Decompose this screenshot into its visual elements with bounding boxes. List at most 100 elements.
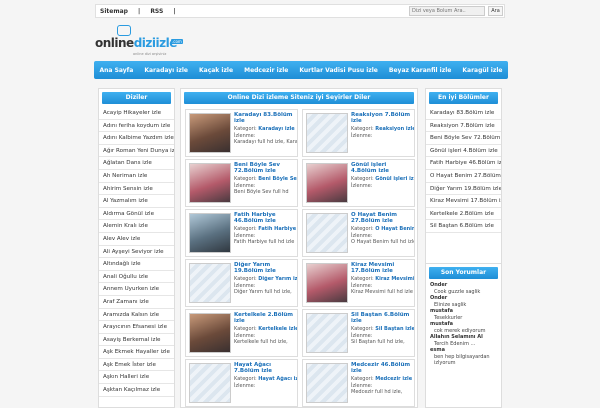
episode-thumbnail[interactable] [189,113,231,153]
best-episode-item[interactable]: Sil Baştan 6.Bölüm izle [426,220,501,233]
episode-thumbnail[interactable] [189,363,231,403]
episode-card[interactable]: Gönül işleri 4.Bölüm izle Kategori: Gönül… [302,159,415,207]
best-episode-item[interactable]: O Hayat Benim 27.Bölüm izle [426,170,501,183]
episode-card[interactable]: Fatih Harbiye 46.Bölüm izle Kategori: Fat… [185,209,298,257]
left-sidebar: Diziler Acayip Hikayeler izle Adını ferih… [98,88,175,408]
episode-title[interactable]: Reaksiyon 7.Bölüm izle [351,112,413,124]
category-link[interactable]: Kiraz Mevsimi izle [375,276,414,282]
series-list-item[interactable]: Ağır Roman Yeni Dunya izle [99,145,174,158]
series-list-item[interactable]: Asayiş Berkemal izle [99,334,174,347]
episode-card[interactable]: Diğer Yarım 19.Bölüm izle Kategori: Diğer… [185,259,298,307]
episode-card[interactable]: Beni Böyle Sev 72.Bölüm izle Kategori: Be… [185,159,298,207]
episode-title[interactable]: Kiraz Mevsimi 17.Bölüm izle [351,262,413,274]
comment-item[interactable]: Onder Cook guzzle saglik [426,282,501,295]
best-episode-item[interactable]: Kiraz Mevsimi 17.Bölüm izle [426,195,501,208]
comment-item[interactable]: Allahın Selamını Al Tercih Edenim ... [426,334,501,347]
series-list-item[interactable]: Al Yazmalım izle [99,195,174,208]
episode-card[interactable]: Kiraz Mevsimi 17.Bölüm izle Kategori: Kir… [302,259,415,307]
episode-card[interactable]: Reaksiyon 7.Bölüm izle Kategori: Reaksiyo… [302,109,415,157]
series-list-item[interactable]: Aldırma Gönül izle [99,208,174,221]
series-list-item[interactable]: Alev Alev izle [99,233,174,246]
category-link[interactable]: Kertelkele izle [258,326,297,332]
category-link[interactable]: Reaksiyon izle [375,126,414,132]
episode-thumbnail[interactable] [306,113,348,153]
main-nav: Ana Sayfa Karadayı izle Kaçak izle Medcezir… [94,61,508,79]
category-link[interactable]: Sil Baştan izle [375,326,414,332]
best-episode-item[interactable]: Karadayı 83.Bölüm izle [426,107,501,120]
nav-item[interactable]: Medcezir izle [244,67,288,74]
sitemap-link[interactable]: Sitemap [100,8,128,15]
series-list-item[interactable]: Araf Zamanı izle [99,296,174,309]
series-list-item[interactable]: Ah Neriman izle [99,170,174,183]
category-link[interactable]: Gönül işleri izle [375,176,414,182]
series-list-item[interactable]: Ağlatan Dans izle [99,157,174,170]
episode-title[interactable]: Diğer Yarım 19.Bölüm izle [234,262,296,274]
episode-title[interactable]: O Hayat Benim 27.Bölüm izle [351,212,413,224]
category-link[interactable]: Medcezir izle [375,376,412,382]
series-list-item[interactable]: Ahirim Sensin izle [99,183,174,196]
series-list-item[interactable]: Aşk Emek İster izle [99,359,174,372]
nav-item[interactable]: Karadayı izle [144,67,188,74]
episode-thumbnail[interactable] [189,213,231,253]
episode-card[interactable]: Karadayı 83.Bölüm izle Kategori: Karadayı… [185,109,298,157]
series-list-item[interactable]: Aşk Ekmek Hayaller izle [99,346,174,359]
series-list-item[interactable]: Arayıcının Efsanesi izle [99,321,174,334]
best-episode-item[interactable]: Reaksiyon 7.Bölüm izle [426,120,501,133]
series-list-item[interactable]: Anali Oğullu izle [99,271,174,284]
search-input[interactable] [409,6,485,16]
episode-title[interactable]: Kertelkele 2.Bölüm izle [234,312,296,324]
best-episode-item[interactable]: Beni Böyle Sev 72.Bölüm izle [426,132,501,145]
best-episode-item[interactable]: Diğer Yarım 19.Bölüm izle [426,183,501,196]
episode-thumbnail[interactable] [306,263,348,303]
best-episode-item[interactable]: Fatih Harbiye 46.Bölüm izle [426,157,501,170]
series-list-item[interactable]: Annem Uyurken izle [99,283,174,296]
nav-item[interactable]: Kaçak izle [199,67,233,74]
episode-thumbnail[interactable] [306,363,348,403]
category-link[interactable]: Diğer Yarım izle [258,276,297,282]
category-link[interactable]: Fatih Harbiye izle [258,226,297,232]
episode-card[interactable]: O Hayat Benim 27.Bölüm izle Kategori: O H… [302,209,415,257]
site-logo[interactable]: onlinediziizle .com online dizi arşivini… [95,22,190,60]
episode-title[interactable]: Fatih Harbiye 46.Bölüm izle [234,212,296,224]
episode-title[interactable]: Karadayı 83.Bölüm izle [234,112,296,124]
series-list-item[interactable]: Ali Ayşeyi Seviyor izle [99,246,174,259]
comment-item[interactable]: mustafa Tesekkurler [426,308,501,321]
series-list-item[interactable]: Aşktan Kaçılmaz izle [99,384,174,397]
episode-card[interactable]: Sil Baştan 6.Bölüm izle Kategori: Sil Baş… [302,309,415,357]
series-list-item[interactable]: Acayip Hikayeler izle [99,107,174,120]
category-link[interactable]: Karadayı izle [258,126,294,132]
series-list-item[interactable]: Aşkın Halleri izle [99,371,174,385]
episode-title[interactable]: Gönül işleri 4.Bölüm izle [351,162,413,174]
episode-thumbnail[interactable] [189,313,231,353]
nav-item[interactable]: Karagül izle [462,67,502,74]
category-link[interactable]: O Hayat Benim izle [375,226,414,232]
episode-thumbnail[interactable] [306,313,348,353]
nav-item[interactable]: Ana Sayfa [100,67,134,74]
episode-thumbnail[interactable] [189,163,231,203]
series-list-item[interactable]: Altındağlı izle [99,258,174,271]
comment-item[interactable]: Onder Elinize saglik [426,295,501,308]
category-link[interactable]: Hayat Ağacı izle [258,376,297,382]
episode-title[interactable]: Hayat Ağacı 7.Bölüm izle [234,362,296,374]
series-list-item[interactable]: Adını Kalbime Yazdım izle [99,132,174,145]
episode-title[interactable]: Beni Böyle Sev 72.Bölüm izle [234,162,296,174]
nav-item[interactable]: Beyaz Karanfil izle [389,67,451,74]
episode-title[interactable]: Sil Baştan 6.Bölüm izle [351,312,413,324]
episode-thumbnail[interactable] [306,213,348,253]
category-link[interactable]: Beni Böyle Sev izle [258,176,297,182]
series-list-item[interactable]: Alemin Kralı izle [99,220,174,233]
series-list-item[interactable]: Aramızda Kalsın izle [99,309,174,322]
series-list-item[interactable]: Adını feriha koydum izle [99,120,174,133]
episode-title[interactable]: Medcezir 46.Bölüm izle [351,362,413,374]
rss-link[interactable]: RSS [150,8,163,15]
nav-item[interactable]: Kurtlar Vadisi Pusu izle [299,67,378,74]
best-episode-item[interactable]: Kertelkele 2.Bölüm izle [426,208,501,221]
comment-item[interactable]: esma ben hep bilgisayardan izlyorum [426,347,501,367]
episode-thumbnail[interactable] [306,163,348,203]
best-episode-item[interactable]: Gönül işleri 4.Bölüm izle [426,145,501,158]
episode-card[interactable]: Kertelkele 2.Bölüm izle Kategori: Kertelk… [185,309,298,357]
episode-thumbnail[interactable] [189,263,231,303]
episode-description: Kertelkele full hd izle, [234,339,288,345]
comment-item[interactable]: mustafa cok merek ediyorum [426,321,501,334]
search-button[interactable]: Ara [488,6,503,16]
